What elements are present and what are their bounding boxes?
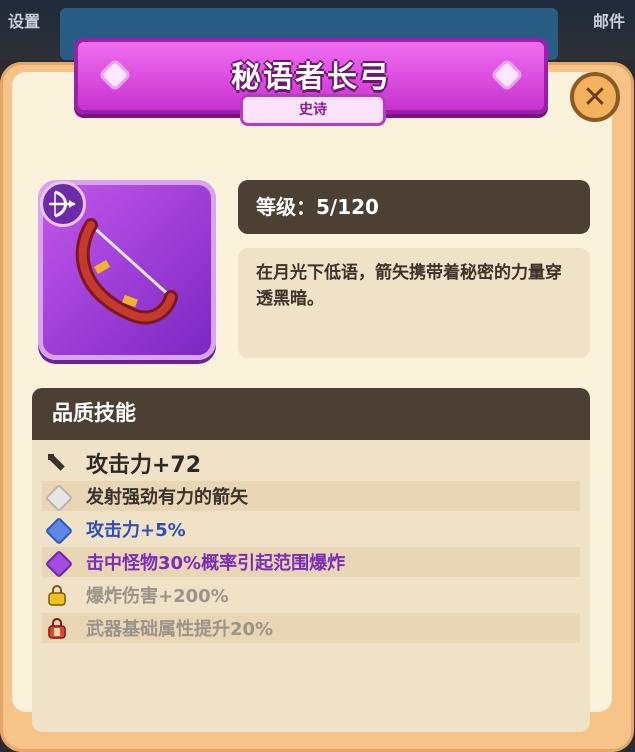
blue-diamond-icon bbox=[44, 516, 74, 546]
skill-row: 攻击力+72 bbox=[42, 448, 580, 478]
skill-text: 武器基础属性提升20% bbox=[86, 619, 274, 640]
background-mail-label: 邮件 bbox=[592, 12, 625, 31]
skill-text: 攻击力+72 bbox=[86, 453, 202, 478]
skill-row: 武器基础属性提升20% bbox=[42, 613, 580, 643]
gold-lock-icon bbox=[46, 584, 68, 606]
quality-skills-section: 品质技能 攻击力+72 发射强劲有力的箭矢 攻击力+5% 击中怪物30%概率引起… bbox=[32, 388, 590, 732]
red-lock-icon bbox=[46, 617, 68, 639]
skill-text: 发射强劲有力的箭矢 bbox=[86, 487, 248, 508]
item-name: 秘语者长弓 bbox=[231, 60, 391, 95]
skills-header: 品质技能 bbox=[32, 388, 590, 440]
weapon-type-badge bbox=[40, 181, 86, 227]
bow-type-icon bbox=[49, 190, 75, 218]
level-display: 等级：5/120 bbox=[238, 180, 590, 234]
skill-text: 击中怪物30%概率引起范围爆炸 bbox=[86, 553, 346, 574]
skill-text: 爆炸伤害+200% bbox=[86, 586, 229, 607]
sword-icon bbox=[48, 454, 65, 471]
skill-row: 攻击力+5% bbox=[42, 514, 580, 546]
rarity-tag: 史诗 bbox=[240, 94, 386, 126]
purple-diamond-icon bbox=[44, 549, 74, 579]
white-diamond-icon bbox=[44, 483, 74, 513]
skill-text: 攻击力+5% bbox=[86, 520, 186, 541]
close-button[interactable]: ✕ bbox=[570, 72, 620, 122]
skill-row: 爆炸伤害+200% bbox=[42, 580, 580, 610]
skill-row: 发射强劲有力的箭矢 bbox=[42, 481, 580, 513]
close-icon: ✕ bbox=[582, 79, 608, 115]
item-description: 在月光下低语，箭矢携带着秘密的力量穿透黑暗。 bbox=[238, 248, 590, 358]
skill-row: 击中怪物30%概率引起范围爆炸 bbox=[42, 547, 580, 579]
background-settings-label: 设置 bbox=[8, 12, 41, 31]
